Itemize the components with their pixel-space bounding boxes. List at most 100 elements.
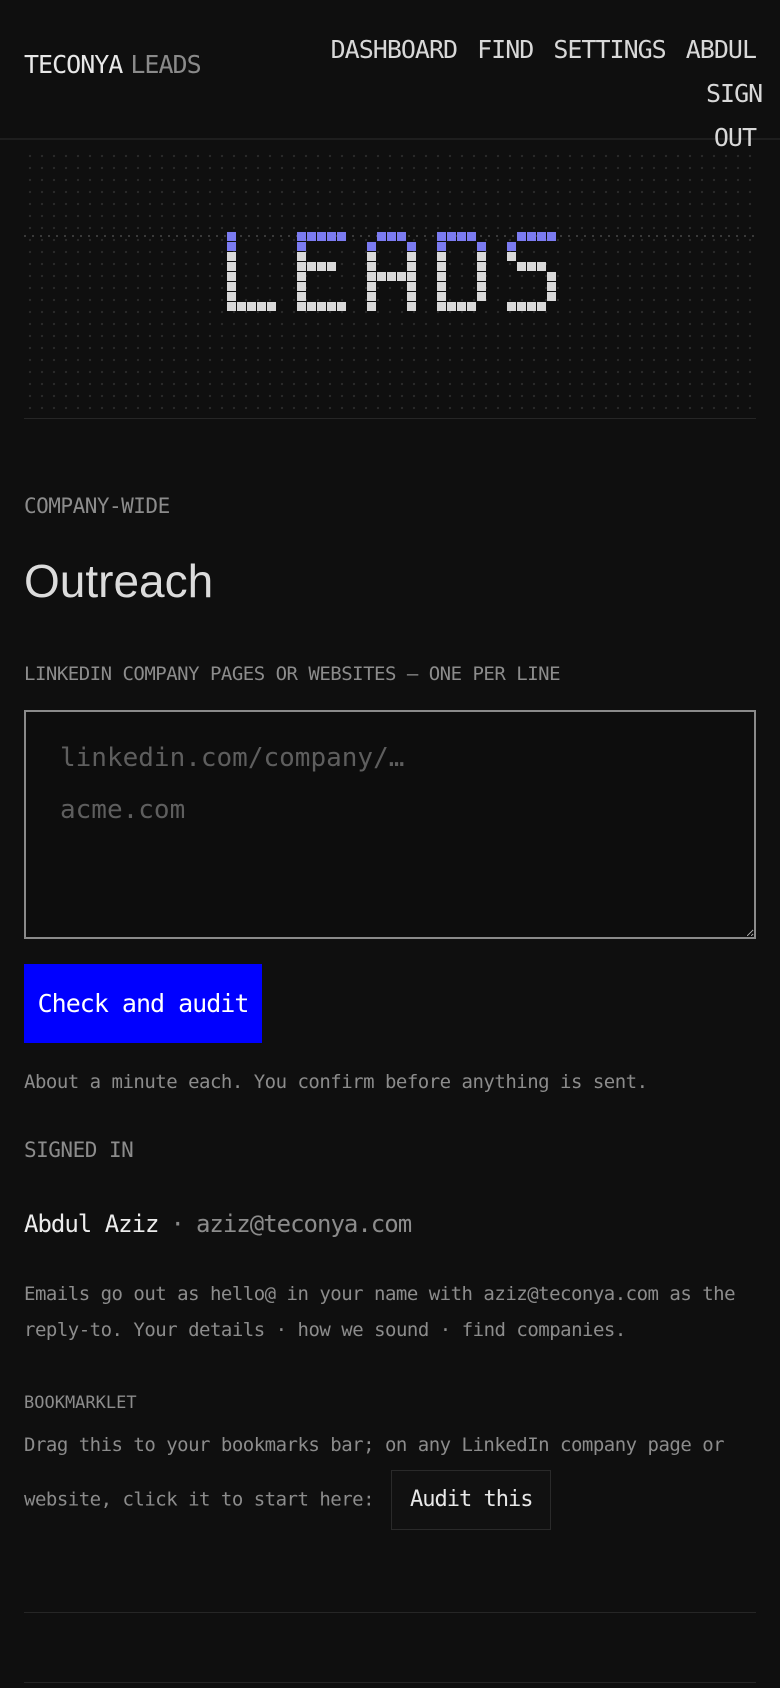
wordmark-pixel bbox=[527, 232, 536, 241]
urls-field-label: LINKEDIN COMPANY PAGES OR WEBSITES — ONE… bbox=[24, 663, 561, 685]
wordmark-pixel bbox=[437, 282, 446, 291]
wordmark-pixel bbox=[367, 272, 376, 281]
separator-dot: · bbox=[439, 1319, 451, 1341]
wordmark-pixel bbox=[467, 232, 476, 241]
section-eyebrow: COMPANY-WIDE bbox=[24, 494, 170, 518]
wordmark-pixel bbox=[397, 272, 406, 281]
wordmark-pixel bbox=[467, 302, 476, 311]
wordmark-pixel bbox=[317, 302, 326, 311]
link-your-details[interactable]: Your details bbox=[133, 1319, 265, 1341]
page-title: Outreach bbox=[24, 555, 214, 607]
wordmark-pixel bbox=[387, 272, 396, 281]
user-name: Abdul Aziz bbox=[24, 1210, 159, 1238]
wordmark-pixel bbox=[307, 302, 316, 311]
separator-dot: · bbox=[275, 1319, 287, 1341]
wordmark-pixel bbox=[297, 262, 306, 271]
wordmark-pixel bbox=[297, 242, 306, 251]
signed-in-label: SIGNED IN bbox=[24, 1138, 134, 1162]
hero-banner bbox=[24, 150, 756, 419]
wordmark-pixel bbox=[227, 252, 236, 261]
wordmark-pixel bbox=[407, 252, 416, 261]
wordmark-pixel bbox=[547, 292, 556, 301]
link-how-we-sound[interactable]: how we sound bbox=[298, 1319, 430, 1341]
wordmark-pixel bbox=[507, 252, 516, 261]
wordmark-pixel bbox=[477, 252, 486, 261]
wordmark-pixel bbox=[227, 282, 236, 291]
nav-settings[interactable]: SETTINGS bbox=[553, 35, 666, 64]
wordmark-pixel bbox=[457, 302, 466, 311]
wordmark-pixel bbox=[387, 232, 396, 241]
main-nav: DASHBOARD FIND SETTINGS ABDUL SIGN OUT bbox=[296, 28, 764, 160]
wordmark-pixel bbox=[397, 232, 406, 241]
wordmark-pixel bbox=[547, 232, 556, 241]
wordmark-pixel bbox=[407, 302, 416, 311]
wordmark-pixel bbox=[507, 302, 516, 311]
wordmark-pixel bbox=[327, 232, 336, 241]
company-urls-textarea[interactable] bbox=[24, 710, 756, 939]
wordmark-pixel bbox=[327, 302, 336, 311]
link-find-companies[interactable]: find companies. bbox=[462, 1319, 627, 1341]
wordmark-pixel bbox=[367, 302, 376, 311]
wordmark-pixel bbox=[437, 272, 446, 281]
wordmark-pixel bbox=[437, 262, 446, 271]
brand-logo[interactable]: TECONYA LEADS bbox=[24, 50, 202, 79]
wordmark-pixel bbox=[377, 232, 386, 241]
wordmark-pixel bbox=[537, 232, 546, 241]
wordmark-pixel bbox=[407, 292, 416, 301]
wordmark-pixel bbox=[337, 232, 346, 241]
wordmark-pixel bbox=[437, 232, 446, 241]
submit-hint: About a minute each. You confirm before … bbox=[24, 1071, 648, 1093]
wordmark-pixel bbox=[547, 282, 556, 291]
wordmark-pixel bbox=[367, 262, 376, 271]
wordmark-pixel bbox=[447, 302, 456, 311]
wordmark-pixel bbox=[477, 262, 486, 271]
wordmark-pixel bbox=[297, 252, 306, 261]
nav-find[interactable]: FIND bbox=[477, 35, 534, 64]
wordmark-pixel bbox=[477, 292, 486, 301]
wordmark-pixel bbox=[537, 262, 546, 271]
wordmark-pixel bbox=[317, 232, 326, 241]
wordmark-pixel bbox=[267, 302, 276, 311]
footer-divider bbox=[24, 1682, 756, 1683]
nav-dashboard[interactable]: DASHBOARD bbox=[331, 35, 458, 64]
wordmark-pixel bbox=[437, 302, 446, 311]
wordmark-pixel bbox=[537, 302, 546, 311]
wordmark-pixel bbox=[437, 252, 446, 261]
wordmark-pixel bbox=[227, 292, 236, 301]
wordmark-pixel bbox=[407, 242, 416, 251]
wordmark-pixel bbox=[227, 262, 236, 271]
wordmark-pixel bbox=[307, 232, 316, 241]
wordmark-pixel bbox=[407, 272, 416, 281]
wordmark-pixel bbox=[367, 292, 376, 301]
separator-dot: · bbox=[170, 1210, 185, 1238]
audit-this-bookmarklet[interactable]: Audit this bbox=[391, 1470, 552, 1530]
user-email: aziz@teconya.com bbox=[195, 1210, 412, 1238]
email-note: Emails go out as hello@ in your name wit… bbox=[24, 1276, 756, 1348]
wordmark-pixel bbox=[247, 302, 256, 311]
wordmark-pixel bbox=[477, 242, 486, 251]
top-header: TECONYA LEADS DASHBOARD FIND SETTINGS ABDULS… bbox=[0, 0, 780, 152]
nav-sign-out[interactable]: SIGN OUT bbox=[706, 72, 763, 160]
wordmark-pixel bbox=[377, 272, 386, 281]
wordmark-pixel bbox=[507, 242, 516, 251]
wordmark-pixel bbox=[457, 232, 466, 241]
wordmark-pixel bbox=[517, 262, 526, 271]
wordmark-pixel bbox=[437, 242, 446, 251]
signed-in-user: Abdul Aziz · aziz@teconya.com bbox=[24, 1210, 412, 1238]
brand-primary: TECONYA bbox=[24, 50, 123, 79]
nav-user-abdul[interactable]: ABDUL bbox=[686, 35, 757, 64]
wordmark-pixel bbox=[517, 302, 526, 311]
wordmark-pixel bbox=[527, 302, 536, 311]
wordmark-pixel bbox=[337, 302, 346, 311]
wordmark-pixel bbox=[317, 262, 326, 271]
wordmark-pixel bbox=[297, 302, 306, 311]
wordmark-pixel bbox=[547, 272, 556, 281]
wordmark-pixel bbox=[297, 272, 306, 281]
wordmark-pixel bbox=[237, 302, 246, 311]
wordmark-pixel bbox=[517, 232, 526, 241]
check-and-audit-button[interactable]: Check and audit bbox=[24, 964, 262, 1043]
wordmark-pixel bbox=[227, 302, 236, 311]
wordmark-pixel bbox=[227, 232, 236, 241]
wordmark-pixel bbox=[257, 302, 266, 311]
wordmark-pixel bbox=[227, 242, 236, 251]
